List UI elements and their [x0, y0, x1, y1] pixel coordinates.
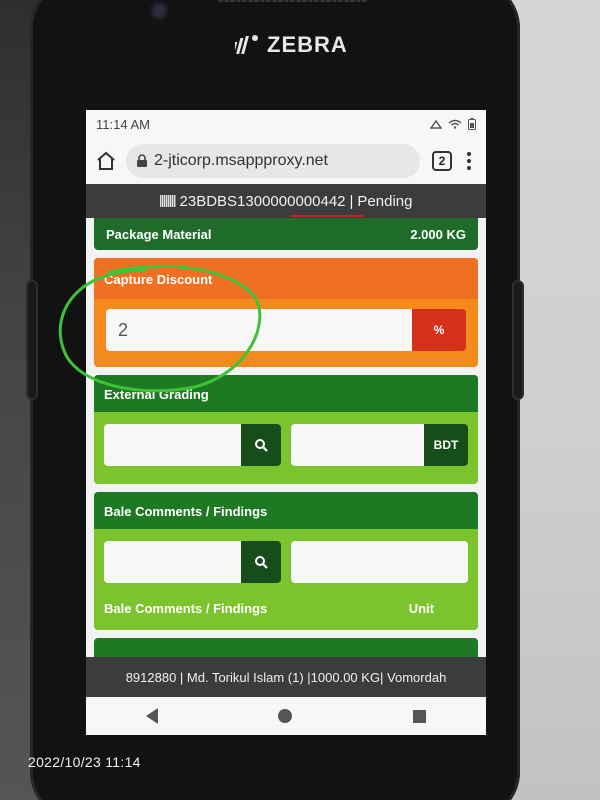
bale-comments-labels: Bale Comments / Findings Unit: [94, 601, 478, 630]
grading-price-group: BDT: [291, 424, 468, 466]
url-field[interactable]: 2-jticorp.msappproxy.net: [126, 144, 420, 178]
home-icon[interactable]: [94, 149, 118, 173]
form-content: Package Material 2.000 KG Capture Discou…: [86, 218, 486, 666]
external-grading-card: External Grading BDT: [94, 375, 478, 484]
percent-button[interactable]: %: [412, 309, 466, 351]
overflow-menu-icon[interactable]: [460, 152, 478, 170]
tabs-icon[interactable]: 2: [432, 151, 452, 171]
unit-label: Unit: [408, 601, 434, 616]
footer-info-bar: 8912880 | Md. Torikul Islam (1) |1000.00…: [86, 657, 486, 697]
grading-search-group: [104, 424, 281, 466]
bale-comments-card: Bale Comments / Findings Bale Comments /…: [94, 492, 478, 630]
status-bar: 11:14 AM: [86, 110, 486, 138]
package-material-value: 2.000 KG: [410, 226, 466, 242]
status-time: 11:14 AM: [96, 116, 150, 132]
external-grading-body: BDT: [94, 412, 478, 484]
photo-timestamp: 2022/10/23 11:14: [28, 754, 141, 770]
bale-comments-body: [94, 529, 478, 601]
bdt-button[interactable]: BDT: [424, 424, 468, 466]
url-text: 2-jticorp.msappproxy.net: [154, 152, 328, 169]
unit-input[interactable]: [291, 541, 468, 583]
wifi-icon: [448, 119, 462, 129]
search-icon[interactable]: [241, 424, 281, 466]
record-status: Pending: [357, 192, 413, 210]
signal-icon: [430, 119, 442, 129]
zebra-logo-icon: [235, 35, 258, 54]
search-icon[interactable]: [241, 541, 281, 583]
brand-label: ZEBRA: [267, 32, 348, 57]
barcode-icon: [159, 195, 176, 207]
external-grading-title: External Grading: [94, 375, 478, 412]
discount-input-group: 2 %: [106, 309, 466, 351]
capture-discount-title: Capture Discount: [94, 258, 478, 299]
bale-comments-search-group: [104, 541, 281, 583]
lock-icon: [137, 154, 147, 167]
device-brand: ZEBRA: [235, 32, 348, 58]
back-icon[interactable]: [146, 708, 159, 724]
front-camera: [148, 0, 170, 22]
package-material-row: Package Material 2.000 KG: [94, 218, 478, 250]
record-separator: |: [349, 192, 354, 210]
home-nav-icon[interactable]: [278, 709, 293, 723]
capture-discount-body: 2 %: [94, 299, 478, 367]
discount-input[interactable]: 2: [106, 309, 412, 351]
browser-address-bar: 2-jticorp.msappproxy.net 2: [86, 138, 486, 184]
bale-comments-title: Bale Comments / Findings: [94, 492, 478, 529]
grading-search-input[interactable]: [104, 424, 241, 466]
record-id: 23BDBS1300000000442: [179, 192, 364, 217]
bale-comments-field-label: Bale Comments / Findings: [104, 601, 268, 616]
battery-icon: [468, 118, 476, 130]
package-material-label: Package Material: [106, 226, 212, 242]
bale-comments-search-input[interactable]: [104, 541, 241, 583]
android-nav-bar: [86, 697, 486, 735]
side-button-left: [26, 280, 38, 400]
record-header: 23BDBS1300000000442 | Pending: [86, 184, 486, 218]
recents-icon[interactable]: [412, 709, 426, 723]
capture-discount-card: Capture Discount 2 %: [94, 258, 478, 367]
earpiece-speaker: [213, 0, 373, 2]
status-icons: [430, 118, 476, 130]
side-button-right: [512, 280, 524, 400]
phone-screen: 11:14 AM 2-jticorp.msappproxy.net 2 23BD…: [86, 110, 486, 735]
grading-price-input[interactable]: [291, 424, 424, 466]
